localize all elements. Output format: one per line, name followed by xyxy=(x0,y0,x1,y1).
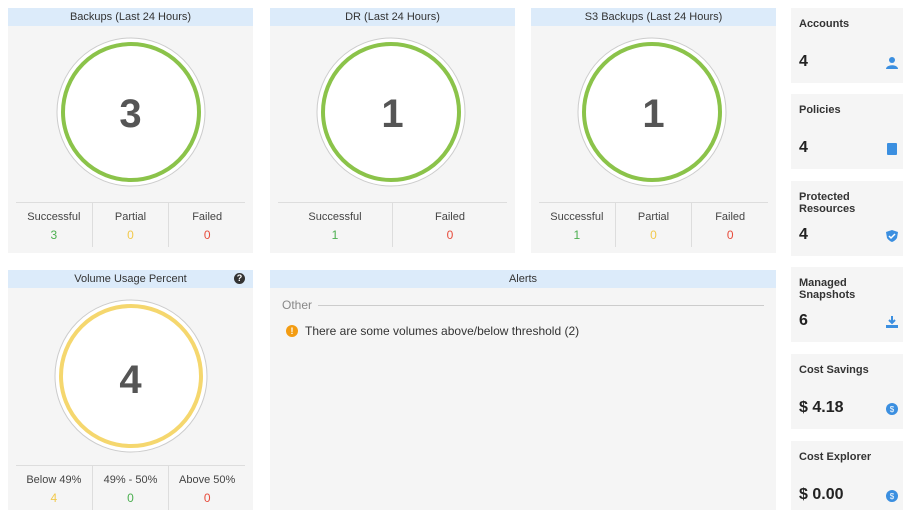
stat-label: Failed xyxy=(715,211,746,223)
stats-row: Successful 1 Partial 0 Failed 0 xyxy=(539,202,768,247)
shield-icon xyxy=(886,230,898,242)
dr-panel: DR (Last 24 Hours) 1 Successful 1 Failed… xyxy=(270,8,515,253)
alerts-group-header: Other xyxy=(282,298,764,312)
stat-label: 49% - 50% xyxy=(103,474,158,486)
divider xyxy=(318,304,764,306)
card-title: Policies xyxy=(799,104,841,116)
alerts-panel: Alerts Other ! There are some volumes ab… xyxy=(270,270,776,510)
protected-resources-card[interactable]: Protected Resources 4 xyxy=(791,181,903,256)
card-title: Accounts xyxy=(799,18,850,30)
stat-failed[interactable]: Failed 0 xyxy=(691,203,768,247)
stat-label: Partial xyxy=(114,211,147,223)
stat-value: 0 xyxy=(127,228,134,242)
card-title: Protected Resources xyxy=(799,191,856,215)
coin-icon: $ xyxy=(886,490,898,502)
stat-above-50[interactable]: Above 50% 0 xyxy=(168,466,245,510)
cost-savings-card[interactable]: Cost Savings $ 4.18 $ xyxy=(791,354,903,429)
card-value: $ 4.18 xyxy=(799,399,844,416)
stat-value: 0 xyxy=(446,228,454,242)
stat-successful[interactable]: Successful 1 xyxy=(539,203,615,247)
card-value: 6 xyxy=(799,312,808,329)
document-icon xyxy=(887,143,897,155)
gauge-value: 3 xyxy=(119,92,142,136)
panel-title: S3 Backups (Last 24 Hours) xyxy=(531,8,776,26)
stat-label: Failed xyxy=(192,211,223,223)
stat-value: 0 xyxy=(650,228,657,242)
panel-title: Backups (Last 24 Hours) xyxy=(8,8,253,26)
stats-row: Successful 1 Failed 0 xyxy=(278,202,507,247)
stat-failed[interactable]: Failed 0 xyxy=(392,203,507,247)
card-value: 4 xyxy=(799,53,808,70)
alerts-body: Other ! There are some volumes above/bel… xyxy=(270,288,776,510)
card-value: $ 0.00 xyxy=(799,486,844,503)
stat-value: 0 xyxy=(726,228,734,242)
stat-successful[interactable]: Successful 1 xyxy=(278,203,392,247)
gauge-value: 4 xyxy=(119,358,142,402)
card-title: Managed Snapshots xyxy=(799,277,856,301)
stat-label: Successful xyxy=(27,211,81,223)
stat-value: 0 xyxy=(203,228,211,242)
alert-text: There are some volumes above/below thres… xyxy=(305,324,580,338)
card-value: 4 xyxy=(799,139,808,156)
backups-panel: Backups (Last 24 Hours) 3 Successful 3 P… xyxy=(8,8,253,253)
gauge-value: 1 xyxy=(642,92,665,136)
stat-label: Successful xyxy=(308,211,362,223)
stat-label: Partial xyxy=(637,211,670,223)
stat-value: 3 xyxy=(50,228,58,242)
question-circle-icon[interactable]: ? xyxy=(234,273,245,284)
stat-value: 1 xyxy=(573,228,581,242)
stat-49-50[interactable]: 49% - 50% 0 xyxy=(91,466,169,510)
stat-value: 1 xyxy=(331,228,339,242)
download-icon xyxy=(886,316,898,328)
warning-icon: ! xyxy=(286,325,298,337)
stat-label: Below 49% xyxy=(26,474,82,486)
alerts-group-label: Other xyxy=(282,298,313,312)
panel-title: DR (Last 24 Hours) xyxy=(270,8,515,26)
stat-label: Above 50% xyxy=(179,474,236,486)
volume-usage-panel: Volume Usage Percent ? 4 Below 49% 4 49%… xyxy=(8,270,253,510)
stat-value: 4 xyxy=(50,491,58,505)
svg-text:$: $ xyxy=(890,405,895,414)
stat-value: 0 xyxy=(127,491,134,505)
stats-row: Below 49% 4 49% - 50% 0 Above 50% 0 xyxy=(16,465,245,510)
s3-backups-panel: S3 Backups (Last 24 Hours) 1 Successful … xyxy=(531,8,776,253)
stat-partial[interactable]: Partial 0 xyxy=(91,203,169,247)
panel-title: Alerts xyxy=(270,270,776,288)
stat-label: Failed xyxy=(435,211,465,223)
cost-explorer-card[interactable]: Cost Explorer $ 0.00 $ xyxy=(791,441,903,510)
user-icon xyxy=(886,57,898,69)
gauge-value: 1 xyxy=(381,92,404,136)
stat-successful[interactable]: Successful 3 xyxy=(16,203,92,247)
policies-card[interactable]: Policies 4 xyxy=(791,94,903,169)
svg-text:$: $ xyxy=(890,492,895,501)
stat-partial[interactable]: Partial 0 xyxy=(614,203,692,247)
alert-item[interactable]: ! There are some volumes above/below thr… xyxy=(286,324,579,338)
stat-value: 0 xyxy=(203,491,211,505)
card-title: Cost Explorer xyxy=(799,451,872,463)
card-title: Cost Savings xyxy=(799,364,869,376)
card-value: 4 xyxy=(799,226,808,243)
coin-icon: $ xyxy=(886,403,898,415)
panel-title: Volume Usage Percent ? xyxy=(8,270,253,288)
stats-row: Successful 3 Partial 0 Failed 0 xyxy=(16,202,245,247)
stat-label: Successful xyxy=(550,211,604,223)
accounts-card[interactable]: Accounts 4 xyxy=(791,8,903,83)
stat-failed[interactable]: Failed 0 xyxy=(168,203,245,247)
stat-below-49[interactable]: Below 49% 4 xyxy=(16,466,92,510)
panel-title-text: Volume Usage Percent xyxy=(74,273,187,285)
managed-snapshots-card[interactable]: Managed Snapshots 6 xyxy=(791,267,903,342)
